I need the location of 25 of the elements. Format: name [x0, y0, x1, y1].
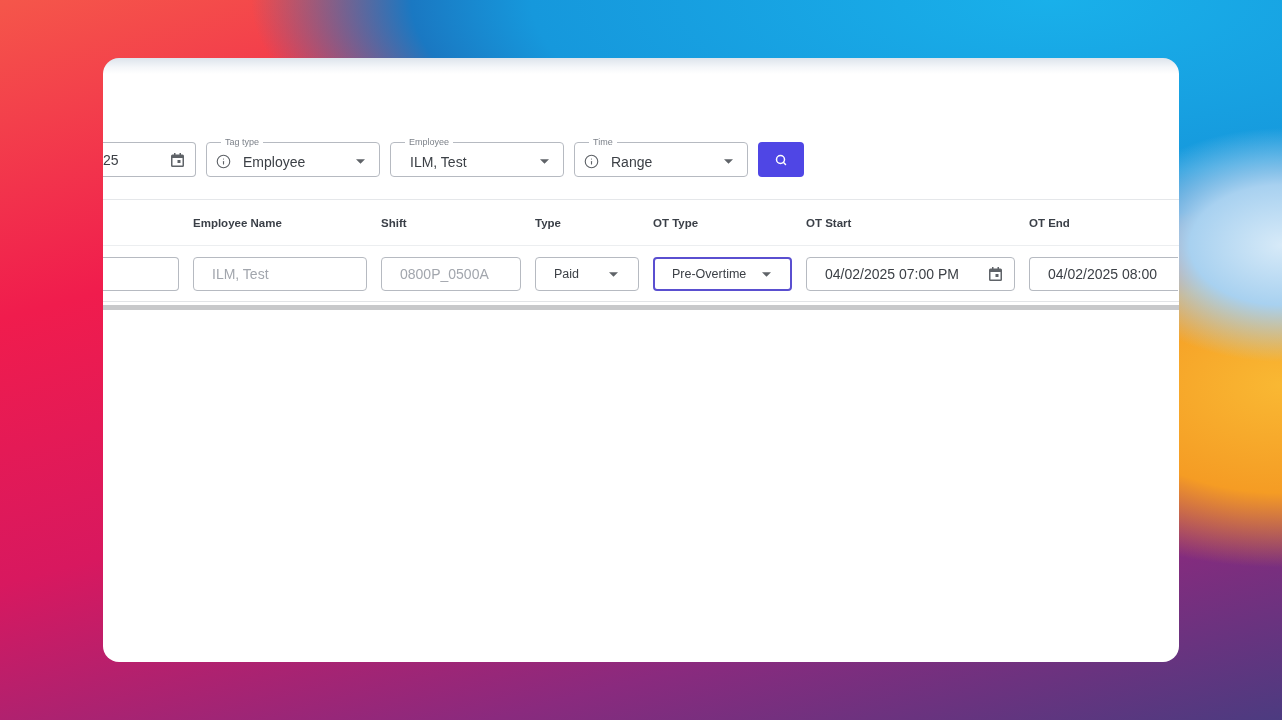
column-header: Employee Name — [193, 216, 283, 229]
date-time-field[interactable]: 04/02/2025 08:00 — [1029, 257, 1178, 291]
caret-icon — [540, 159, 549, 164]
dropdown-field[interactable]: Tag type Employee — [206, 137, 380, 177]
column-header: OT End — [1029, 216, 1071, 229]
search-icon — [775, 153, 787, 166]
caret-icon — [609, 271, 618, 277]
column-header: Type — [535, 216, 562, 229]
dropdown-field[interactable]: Time Range — [574, 137, 748, 177]
horizontal-scrollbar[interactable] — [103, 305, 1179, 310]
dropdown-field[interactable]: Pre-Overtime — [653, 257, 792, 291]
dropdown-field[interactable]: Paid — [535, 257, 639, 291]
caret-icon — [762, 271, 771, 277]
date-time-field[interactable]: 04/02/2025 07:00 PM — [806, 257, 1015, 291]
dropdown-field[interactable]: Employee ILM, Test — [390, 137, 564, 177]
calendar-icon — [989, 267, 1002, 281]
column-header: OT Start — [806, 216, 853, 229]
text-field[interactable] — [103, 257, 179, 291]
search-button[interactable] — [758, 142, 804, 177]
column-header: OT Type — [653, 216, 700, 229]
date-field[interactable]: 25 — [103, 142, 196, 177]
column-header: Shift — [381, 216, 408, 229]
calendar-icon — [171, 152, 184, 167]
caret-icon — [356, 159, 365, 164]
caret-icon — [724, 159, 733, 164]
